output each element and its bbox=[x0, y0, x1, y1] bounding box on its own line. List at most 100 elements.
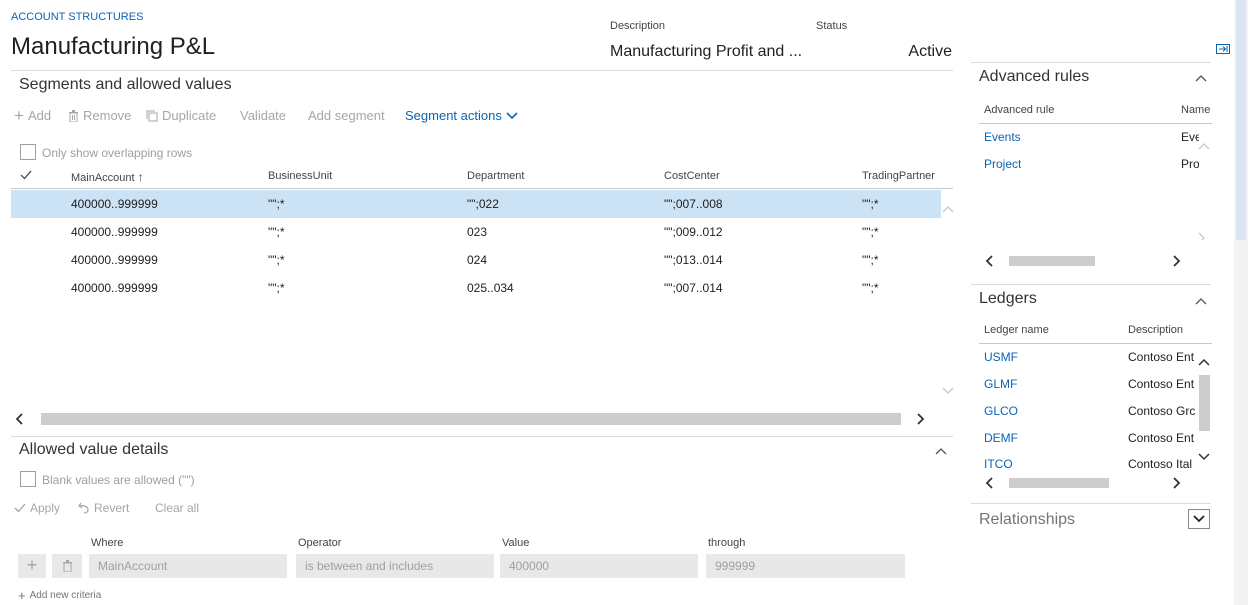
cell-mainaccount[interactable]: 400000..999999 bbox=[71, 253, 158, 267]
cell-mainaccount[interactable]: 400000..999999 bbox=[71, 225, 158, 239]
advanced-rules-horizontal-scrollbar[interactable] bbox=[979, 255, 1197, 267]
cell-businessunit[interactable]: "";* bbox=[268, 197, 285, 211]
scroll-thumb[interactable] bbox=[1009, 256, 1095, 266]
cell-tradingpartner[interactable]: "";* bbox=[862, 197, 879, 211]
select-all-check-icon[interactable] bbox=[20, 169, 32, 183]
column-header-ledger-name[interactable]: Ledger name bbox=[984, 324, 1049, 336]
column-header-advanced-rule[interactable]: Advanced rule bbox=[984, 104, 1054, 116]
plus-icon: + bbox=[14, 105, 24, 125]
relationships-title: Relationships bbox=[979, 511, 1076, 528]
ledger-link[interactable]: USMF bbox=[984, 350, 1018, 364]
breadcrumb[interactable]: ACCOUNT STRUCTURES bbox=[11, 11, 143, 23]
table-row[interactable]: 400000..999999 "";* "";022 "";007..008 "… bbox=[11, 190, 941, 218]
cell-department[interactable]: "";022 bbox=[467, 197, 499, 211]
apply-button[interactable]: Apply bbox=[14, 501, 60, 515]
add-segment-button[interactable]: Add segment bbox=[308, 108, 385, 123]
section-divider bbox=[11, 70, 953, 71]
scroll-up-icon[interactable] bbox=[1198, 358, 1210, 366]
advanced-rule-link[interactable]: Project bbox=[984, 157, 1021, 171]
scroll-up-icon[interactable] bbox=[942, 205, 954, 213]
blank-values-checkbox[interactable] bbox=[20, 471, 36, 487]
cell-tradingpartner[interactable]: "";* bbox=[862, 253, 879, 267]
ledger-link[interactable]: DEMF bbox=[984, 431, 1018, 445]
scroll-down-icon[interactable] bbox=[1198, 232, 1210, 240]
scroll-left-icon[interactable] bbox=[984, 477, 994, 489]
add-criteria-row-button[interactable]: + bbox=[18, 554, 46, 578]
delete-criteria-button[interactable] bbox=[52, 554, 82, 578]
details-title: Allowed value details bbox=[19, 441, 169, 458]
cell-costcenter[interactable]: "";009..012 bbox=[664, 225, 723, 239]
pin-panel-icon[interactable] bbox=[1216, 44, 1230, 54]
table-row[interactable]: 400000..999999 "";* 023 "";009..012 "";* bbox=[11, 218, 941, 246]
cell-department[interactable]: 025..034 bbox=[467, 281, 514, 295]
revert-button[interactable]: Revert bbox=[78, 501, 129, 515]
ledger-description: Contoso Ent bbox=[1128, 350, 1195, 364]
cell-businessunit[interactable]: "";* bbox=[268, 225, 285, 239]
scroll-right-icon[interactable] bbox=[916, 413, 926, 425]
column-header-description[interactable]: Description bbox=[1128, 324, 1183, 336]
ledger-link[interactable]: ITCO bbox=[984, 457, 1013, 471]
ledger-link[interactable]: GLCO bbox=[984, 404, 1018, 418]
table-row[interactable]: 400000..999999 "";* 025..034 "";007..014… bbox=[11, 274, 941, 302]
collapse-chevron-up-icon[interactable] bbox=[1195, 74, 1207, 82]
cell-mainaccount[interactable]: 400000..999999 bbox=[71, 281, 158, 295]
add-new-criteria-link[interactable]: + Add new criteria bbox=[18, 589, 101, 602]
expand-relationships-button[interactable] bbox=[1188, 509, 1210, 529]
value-field[interactable]: 400000 bbox=[500, 554, 698, 578]
cell-mainaccount[interactable]: 400000..999999 bbox=[71, 197, 158, 211]
grid-vertical-scrollbar[interactable] bbox=[941, 190, 955, 408]
column-header-name[interactable]: Name bbox=[1181, 104, 1210, 116]
cell-tradingpartner[interactable]: "";* bbox=[862, 281, 879, 295]
ledger-link[interactable]: GLMF bbox=[984, 377, 1017, 391]
collapse-chevron-up-icon[interactable] bbox=[1195, 297, 1207, 305]
cell-businessunit[interactable]: "";* bbox=[268, 281, 285, 295]
ledgers-horizontal-scrollbar[interactable] bbox=[979, 477, 1197, 489]
ledger-description: Contoso Ital bbox=[1128, 457, 1193, 471]
scroll-right-icon[interactable] bbox=[1172, 255, 1182, 267]
clear-all-button[interactable]: Clear all bbox=[155, 501, 199, 515]
ledgers-vertical-scrollbar[interactable] bbox=[1198, 345, 1211, 469]
cell-tradingpartner[interactable]: "";* bbox=[862, 225, 879, 239]
scroll-left-icon[interactable] bbox=[984, 255, 994, 267]
cell-department[interactable]: 024 bbox=[467, 253, 487, 267]
column-header-tradingpartner[interactable]: TradingPartner bbox=[862, 170, 935, 182]
cell-costcenter[interactable]: "";007..008 bbox=[664, 197, 723, 211]
duplicate-button[interactable]: Duplicate bbox=[146, 108, 216, 123]
scroll-thumb[interactable] bbox=[1199, 375, 1210, 431]
cell-costcenter[interactable]: "";013..014 bbox=[664, 253, 723, 267]
overlap-label: Only show overlapping rows bbox=[42, 146, 193, 160]
overlap-checkbox[interactable] bbox=[20, 144, 36, 160]
grid-horizontal-scrollbar[interactable] bbox=[11, 412, 941, 426]
advanced-rule-name: Pro bbox=[1181, 157, 1199, 171]
column-header-costcenter[interactable]: CostCenter bbox=[664, 170, 720, 182]
scroll-left-icon[interactable] bbox=[14, 413, 24, 425]
scroll-thumb[interactable] bbox=[41, 413, 901, 425]
add-button[interactable]: + Add bbox=[14, 105, 51, 125]
operator-field[interactable]: is between and includes bbox=[296, 554, 494, 578]
copy-icon bbox=[146, 110, 158, 122]
operator-label: Operator bbox=[298, 537, 342, 549]
cell-costcenter[interactable]: "";007..014 bbox=[664, 281, 723, 295]
cell-businessunit[interactable]: "";* bbox=[268, 253, 285, 267]
where-field[interactable]: MainAccount bbox=[89, 554, 287, 578]
cell-department[interactable]: 023 bbox=[467, 225, 487, 239]
scroll-down-icon[interactable] bbox=[942, 387, 954, 395]
table-row[interactable]: 400000..999999 "";* 024 "";013..014 "";* bbox=[11, 246, 941, 274]
details-divider bbox=[11, 436, 953, 437]
trash-icon bbox=[68, 109, 79, 122]
through-field[interactable]: 999999 bbox=[706, 554, 905, 578]
advanced-rule-link[interactable]: Events bbox=[984, 130, 1021, 144]
column-header-department[interactable]: Department bbox=[467, 170, 524, 182]
scroll-thumb[interactable] bbox=[1009, 478, 1109, 488]
segment-actions-label: Segment actions bbox=[405, 108, 502, 123]
collapse-chevron-up-icon[interactable] bbox=[935, 447, 947, 455]
remove-button[interactable]: Remove bbox=[68, 108, 131, 123]
scroll-up-icon[interactable] bbox=[1198, 142, 1210, 150]
column-header-businessunit[interactable]: BusinessUnit bbox=[268, 170, 332, 182]
scroll-down-icon[interactable] bbox=[1198, 453, 1210, 461]
segment-actions-button[interactable]: Segment actions bbox=[405, 108, 518, 123]
scroll-right-icon[interactable] bbox=[1172, 477, 1182, 489]
page-scroll-thumb[interactable] bbox=[1236, 0, 1246, 240]
validate-button[interactable]: Validate bbox=[240, 108, 286, 123]
column-header-mainaccount[interactable]: MainAccount ↑ bbox=[71, 170, 144, 184]
